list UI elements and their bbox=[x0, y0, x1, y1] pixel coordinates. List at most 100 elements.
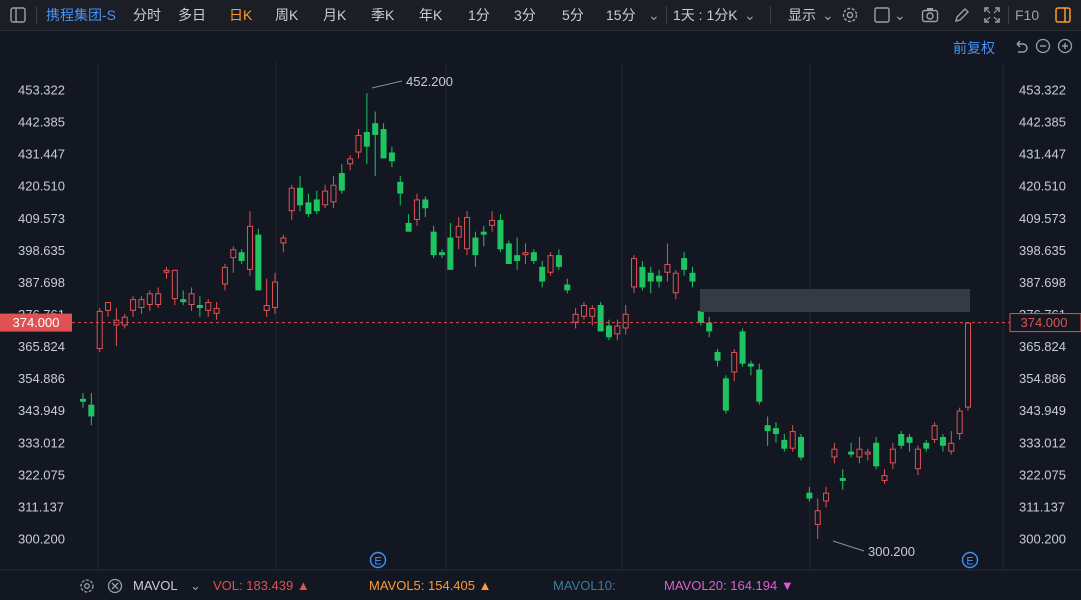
candle[interactable] bbox=[806, 486, 813, 502]
candle[interactable] bbox=[79, 392, 87, 408]
candle[interactable] bbox=[547, 252, 554, 276]
candle[interactable] bbox=[280, 234, 287, 253]
candle[interactable] bbox=[772, 422, 779, 443]
candle[interactable] bbox=[497, 214, 504, 253]
candle[interactable] bbox=[489, 211, 496, 232]
candle[interactable] bbox=[597, 302, 604, 332]
candle[interactable] bbox=[522, 243, 529, 264]
candle[interactable] bbox=[439, 249, 446, 259]
candle[interactable] bbox=[731, 348, 738, 382]
indicator-close-icon[interactable] bbox=[106, 577, 124, 595]
candle[interactable] bbox=[297, 175, 304, 212]
candle[interactable] bbox=[372, 111, 379, 176]
candle[interactable] bbox=[931, 422, 938, 443]
candle[interactable] bbox=[405, 214, 412, 232]
indicator-settings-gear-icon[interactable] bbox=[78, 577, 96, 595]
candle[interactable] bbox=[747, 360, 754, 376]
candle[interactable] bbox=[873, 436, 880, 470]
candle[interactable] bbox=[288, 184, 295, 220]
candle[interactable] bbox=[363, 93, 370, 165]
candle[interactable] bbox=[205, 299, 212, 317]
candle[interactable] bbox=[422, 196, 429, 218]
candle[interactable] bbox=[764, 416, 771, 446]
candle[interactable] bbox=[898, 431, 905, 449]
candle[interactable] bbox=[455, 217, 462, 250]
candle[interactable] bbox=[564, 278, 571, 294]
candle[interactable] bbox=[889, 442, 896, 470]
candle[interactable] bbox=[88, 392, 95, 426]
event-marker-icon[interactable]: E bbox=[369, 551, 387, 569]
candle[interactable] bbox=[171, 269, 178, 306]
candle[interactable] bbox=[330, 175, 337, 209]
candle[interactable] bbox=[530, 249, 537, 264]
candle[interactable] bbox=[948, 431, 955, 455]
candle[interactable] bbox=[163, 266, 170, 279]
candle[interactable] bbox=[180, 290, 187, 306]
candle[interactable] bbox=[338, 164, 345, 194]
candle[interactable] bbox=[263, 278, 270, 317]
candle[interactable] bbox=[622, 305, 629, 335]
candle[interactable] bbox=[572, 307, 579, 329]
candle[interactable] bbox=[480, 225, 487, 247]
indicator-name[interactable]: MAVOL bbox=[133, 578, 178, 594]
candlestick-chart[interactable]: 453.322 442.385 431.447 420.510 409.573 398.6… bbox=[0, 0, 1081, 572]
candle[interactable] bbox=[914, 445, 921, 476]
candle[interactable] bbox=[848, 442, 855, 458]
candle[interactable] bbox=[839, 469, 846, 490]
candle[interactable] bbox=[756, 363, 763, 405]
candle[interactable] bbox=[706, 316, 713, 338]
candle[interactable] bbox=[555, 249, 562, 270]
candle[interactable] bbox=[539, 261, 546, 288]
candle[interactable] bbox=[430, 225, 437, 259]
candle[interactable] bbox=[355, 129, 362, 159]
candle[interactable] bbox=[238, 249, 245, 264]
candle[interactable] bbox=[664, 243, 671, 282]
candle[interactable] bbox=[305, 193, 312, 218]
candle[interactable] bbox=[388, 146, 395, 168]
candle[interactable] bbox=[105, 302, 112, 317]
candle[interactable] bbox=[681, 252, 688, 276]
candle[interactable] bbox=[923, 439, 930, 452]
candle[interactable] bbox=[188, 287, 195, 311]
candle[interactable] bbox=[881, 469, 888, 484]
candle[interactable] bbox=[831, 442, 838, 464]
candle[interactable] bbox=[647, 266, 654, 294]
candle[interactable] bbox=[413, 193, 420, 226]
candle[interactable] bbox=[789, 425, 796, 452]
candle[interactable] bbox=[155, 287, 162, 308]
candle[interactable] bbox=[246, 211, 253, 276]
candle[interactable] bbox=[121, 313, 128, 329]
candle[interactable] bbox=[113, 307, 120, 347]
candle[interactable] bbox=[146, 290, 153, 311]
candle[interactable] bbox=[130, 296, 137, 317]
candle[interactable] bbox=[964, 322, 972, 411]
candle[interactable] bbox=[472, 231, 479, 267]
candle[interactable] bbox=[798, 434, 805, 461]
candle[interactable] bbox=[255, 228, 262, 291]
candle[interactable] bbox=[714, 348, 721, 367]
candle[interactable] bbox=[213, 302, 220, 320]
candle[interactable] bbox=[96, 307, 103, 352]
candle[interactable] bbox=[823, 486, 830, 508]
candle[interactable] bbox=[906, 434, 913, 452]
indicator-chevron-icon[interactable]: ⌄ bbox=[190, 578, 201, 594]
candle[interactable] bbox=[722, 375, 729, 414]
candle[interactable] bbox=[221, 263, 228, 291]
candle[interactable] bbox=[514, 237, 521, 270]
candle[interactable] bbox=[689, 266, 696, 288]
candle[interactable] bbox=[580, 302, 587, 320]
candle[interactable] bbox=[138, 296, 145, 314]
candle[interactable] bbox=[672, 269, 679, 300]
candle[interactable] bbox=[380, 123, 387, 159]
candle[interactable] bbox=[856, 436, 863, 464]
candle[interactable] bbox=[313, 190, 320, 215]
candle[interactable] bbox=[196, 296, 203, 317]
candle[interactable] bbox=[656, 269, 663, 288]
candle[interactable] bbox=[864, 448, 871, 461]
candle[interactable] bbox=[639, 261, 646, 291]
candle[interactable] bbox=[464, 211, 471, 256]
candle[interactable] bbox=[272, 272, 279, 314]
candle[interactable] bbox=[347, 155, 354, 171]
candle[interactable] bbox=[956, 407, 963, 440]
candle[interactable] bbox=[230, 246, 237, 273]
